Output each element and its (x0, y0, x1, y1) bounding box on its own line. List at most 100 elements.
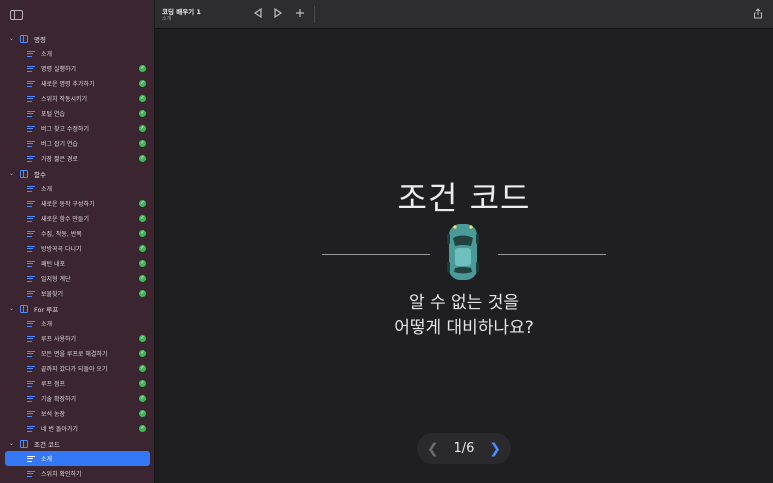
chevron-down-icon[interactable]: ⌄ (9, 440, 17, 447)
sidebar-page-item[interactable]: 패턴 내포 ✓ (0, 256, 154, 271)
next-page-chevron-icon[interactable]: ❯ (489, 441, 501, 457)
page-icon (27, 245, 35, 252)
toolbar: 코딩 배우기 1 소개 (155, 0, 773, 29)
sidebar-page-item[interactable]: 소개 (0, 316, 154, 331)
checkmark-icon: ✓ (139, 200, 146, 207)
sidebar-page-item[interactable]: 수집, 작동, 반복 ✓ (0, 226, 154, 241)
sidebar-page-item[interactable]: 보물찾기 ✓ (0, 286, 154, 301)
sidebar-page-item[interactable]: 새로운 동작 구성하기 ✓ (0, 196, 154, 211)
back-button[interactable] (252, 7, 264, 20)
chapter-row[interactable]: ⌄ 조건 코드 (0, 436, 154, 451)
sidebar-page-item[interactable]: 소개 (5, 451, 150, 466)
sidebar-page-item[interactable]: 명령 실행하기 ✓ (0, 61, 154, 76)
play-button[interactable] (272, 7, 284, 20)
previous-page-chevron-icon[interactable]: ❮ (427, 441, 439, 457)
sidebar-page-item[interactable]: 버그 찾고 수정하기 ✓ (0, 121, 154, 136)
checkmark-icon: ✓ (139, 155, 146, 162)
page-icon (27, 380, 35, 387)
sidebar-page-item[interactable]: 포털 연습 ✓ (0, 106, 154, 121)
chevron-down-icon[interactable]: ⌄ (9, 305, 17, 312)
add-button[interactable] (294, 8, 306, 20)
page-label: 방방곡곡 다니기 (41, 246, 82, 253)
chevron-down-icon[interactable]: ⌄ (9, 35, 17, 42)
content-stage: 조건 코드 알 수 없는 것을 어떻게 대비하나요? ❮ 1/6 ❯ (155, 29, 773, 483)
page-label: 소개 (41, 186, 53, 193)
car-topdown-icon (447, 224, 479, 280)
page-label: 스위치 확인하기 (41, 471, 82, 478)
sidebar-page-item[interactable]: 루프 점프 ✓ (0, 376, 154, 391)
page-icon (27, 155, 35, 162)
page-label: 보물찾기 (41, 291, 64, 298)
sidebar-page-item[interactable]: 새로운 명령 추가하기 ✓ (0, 76, 154, 91)
sidebar-page-item[interactable]: 루프 사용하기 ✓ (0, 331, 154, 346)
page-label: 소개 (41, 456, 53, 463)
sidebar-page-item[interactable]: 가장 짧은 경로 ✓ (0, 151, 154, 166)
sidebar-header (0, 0, 154, 29)
chapter-row[interactable]: ⌄ 명령 (0, 31, 154, 46)
page-icon (27, 260, 35, 267)
chapter-title: For 루프 (34, 305, 59, 314)
page-icon (27, 275, 35, 282)
page-icon (27, 65, 35, 72)
checkmark-icon: ✓ (139, 260, 146, 267)
page-label: 새로운 명령 추가하기 (41, 81, 95, 88)
checkmark-icon: ✓ (139, 110, 146, 117)
triangle-right-icon (274, 7, 283, 19)
sidebar-page-item[interactable]: 버그 잡기 연습 ✓ (0, 136, 154, 151)
sidebar-page-item[interactable]: 보석 농장 ✓ (0, 406, 154, 421)
page-counter: 1/6 (453, 441, 475, 456)
book-icon (20, 169, 28, 178)
page-icon (27, 470, 35, 477)
checkmark-icon: ✓ (139, 335, 146, 342)
sidebar-page-item[interactable]: 기술 확장하기 ✓ (0, 391, 154, 406)
share-button[interactable] (752, 8, 764, 20)
sidebar-page-item[interactable]: 새로운 함수 만들기 ✓ (0, 211, 154, 226)
chapter-list: ⌄ 명령 소개 명령 실행하기 ✓ 새로운 명령 추가하기 ✓ 스위치 작동시키기 ✓ 포털 연습… (0, 31, 154, 481)
page-label: 가장 짧은 경로 (41, 156, 78, 163)
sidebar-page-item[interactable]: 일지형 계단 ✓ (0, 271, 154, 286)
chapter-row[interactable]: ⌄ For 루프 (0, 301, 154, 316)
page-icon (27, 200, 35, 207)
page-icon (27, 410, 35, 417)
sidebar-page-item[interactable]: 소개 (0, 181, 154, 196)
sidebar-page-item[interactable]: 모든 면을 루프로 해결하기 ✓ (0, 346, 154, 361)
app-window: ⌄ 명령 소개 명령 실행하기 ✓ 새로운 명령 추가하기 ✓ 스위치 작동시키기 ✓ 포털 연습… (0, 0, 773, 483)
divider-right (498, 254, 606, 255)
checkmark-icon: ✓ (139, 410, 146, 417)
page-label: 새로운 동작 구성하기 (41, 201, 95, 208)
sidebar-page-item[interactable]: 끝까지 갔다가 되돌아 오기 ✓ (0, 361, 154, 376)
chapter-row[interactable]: ⌄ 함수 (0, 166, 154, 181)
share-icon (754, 8, 762, 19)
page-icon (27, 230, 35, 237)
page-label: 패턴 내포 (41, 261, 65, 268)
sidebar: ⌄ 명령 소개 명령 실행하기 ✓ 새로운 명령 추가하기 ✓ 스위치 작동시키기 ✓ 포털 연습… (0, 0, 155, 483)
page-icon (27, 335, 35, 342)
chapter-title: 명령 (34, 35, 46, 44)
page-icon (27, 140, 35, 147)
book-icon (20, 34, 28, 43)
divider-left (322, 254, 430, 255)
sidebar-page-item[interactable]: 방방곡곡 다니기 ✓ (0, 241, 154, 256)
sidebar-page-item[interactable]: 스위치 확인하기 (0, 466, 154, 481)
page-label: 보석 농장 (41, 411, 65, 418)
checkmark-icon: ✓ (139, 395, 146, 402)
triangle-left-icon (253, 7, 262, 19)
checkmark-icon: ✓ (139, 380, 146, 387)
chevron-down-icon[interactable]: ⌄ (9, 170, 17, 177)
page-label: 소개 (41, 321, 53, 328)
toolbar-divider (314, 6, 315, 23)
sidebar-page-item[interactable]: 스위치 작동시키기 ✓ (0, 91, 154, 106)
page-icon (27, 395, 35, 402)
page-label: 기술 확장하기 (41, 396, 77, 403)
page-label: 일지형 계단 (41, 276, 71, 283)
checkmark-icon: ✓ (139, 65, 146, 72)
checkmark-icon: ✓ (139, 365, 146, 372)
sidebar-page-item[interactable]: 네 번 돌아가기 ✓ (0, 421, 154, 436)
page-label: 버그 찾고 수정하기 (41, 126, 89, 133)
sidebar-toggle-icon[interactable] (10, 9, 23, 20)
sidebar-page-item[interactable]: 소개 (0, 46, 154, 61)
chapter-title: 조건 코드 (34, 440, 60, 449)
page-icon (27, 215, 35, 222)
checkmark-icon: ✓ (139, 230, 146, 237)
checkmark-icon: ✓ (139, 245, 146, 252)
